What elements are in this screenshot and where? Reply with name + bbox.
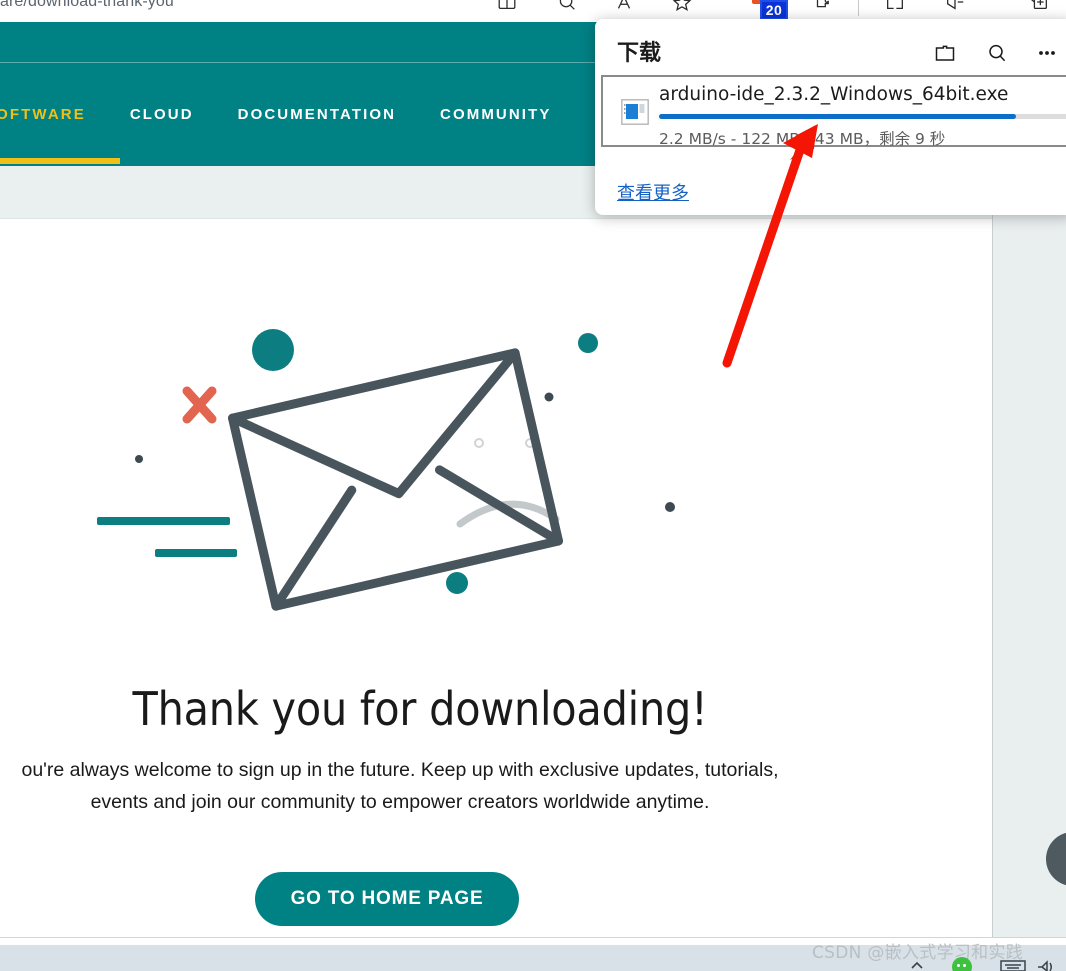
nav-active-underline xyxy=(0,158,120,164)
go-to-home-page-button[interactable]: GO TO HOME PAGE xyxy=(254,872,520,926)
see-more-link[interactable]: 查看更多 xyxy=(617,179,689,205)
nav-label-documentation: DOCUMENTATION xyxy=(237,105,397,123)
more-options-icon[interactable] xyxy=(1035,41,1059,65)
volume-icon[interactable] xyxy=(1036,958,1058,971)
nav-item-community[interactable]: COMMUNITY xyxy=(440,62,551,166)
page-body-copy: ou're always welcome to sign up in the f… xyxy=(0,754,900,818)
add-tab-icon[interactable] xyxy=(1028,0,1050,13)
split-window-icon[interactable] xyxy=(884,0,906,13)
download-progress-bar xyxy=(659,114,1066,119)
search-icon[interactable] xyxy=(556,0,578,13)
nav-label-software: SOFTWARE xyxy=(0,105,86,123)
split-screen-icon[interactable] xyxy=(496,0,518,13)
nav-label-community: COMMUNITY xyxy=(440,105,552,123)
downloads-title: 下载 xyxy=(617,41,662,66)
keyboard-icon[interactable] xyxy=(1000,958,1026,971)
chevron-up-icon[interactable] xyxy=(908,958,926,971)
body-line-2: events and join our community to empower… xyxy=(90,791,710,813)
page-title: Thank you for downloading! xyxy=(132,682,708,736)
screen-root: SOFTWARE CLOUD DOCUMENTATION COMMUNITY xyxy=(0,0,1066,971)
extension-badge-count[interactable]: 20 xyxy=(760,0,788,20)
deco-dash-long xyxy=(97,517,230,525)
deco-circle-large xyxy=(252,329,294,371)
collections-icon[interactable] xyxy=(944,0,966,13)
envelope-shape xyxy=(228,348,564,611)
download-status-text: 2.2 MB/s - 122 MB/143 MB，剩余 9 秒 xyxy=(659,130,946,148)
nav-item-documentation[interactable]: DOCUMENTATION xyxy=(238,62,396,166)
read-aloud-icon[interactable] xyxy=(613,0,635,13)
puzzle-extensions-icon[interactable] xyxy=(812,0,834,13)
favorite-star-icon[interactable] xyxy=(671,0,693,13)
cta-container: GO TO HOME PAGE xyxy=(0,872,774,926)
deco-circle-bottom xyxy=(446,572,468,594)
wechat-icon[interactable] xyxy=(952,957,972,971)
downloads-header: 下载 xyxy=(595,19,1066,77)
deco-circle-small-top xyxy=(578,333,598,353)
exe-file-icon xyxy=(621,99,649,125)
download-item-row[interactable]: arduino-ide_2.3.2_Windows_64bit.exe 2.2 … xyxy=(601,75,1066,148)
toolbar-separator xyxy=(858,0,859,16)
nav-item-cloud[interactable]: CLOUD xyxy=(130,62,194,166)
nav-item-software[interactable]: SOFTWARE xyxy=(0,62,86,166)
deco-dash-short xyxy=(155,549,237,557)
download-filename: arduino-ide_2.3.2_Windows_64bit.exe xyxy=(659,84,1009,105)
address-bar-url[interactable]: are/download-thank-you xyxy=(0,0,174,11)
deco-dot-right xyxy=(665,502,675,512)
deco-x-mark xyxy=(182,386,217,424)
download-progress-fill xyxy=(659,114,1016,119)
folder-icon[interactable] xyxy=(933,41,957,65)
body-line-1: ou're always welcome to sign up in the f… xyxy=(21,759,779,781)
deco-ring-1 xyxy=(474,438,484,448)
search-icon[interactable] xyxy=(985,41,1009,65)
downloads-flyout: 下载 arduino-ide_2.3.2_Windows_64bit.exe 2… xyxy=(595,19,1066,215)
nav-label-cloud: CLOUD xyxy=(129,105,194,123)
envelope-illustration xyxy=(0,219,992,639)
deco-dot-left xyxy=(135,455,143,463)
deco-dot-mid xyxy=(544,392,554,402)
